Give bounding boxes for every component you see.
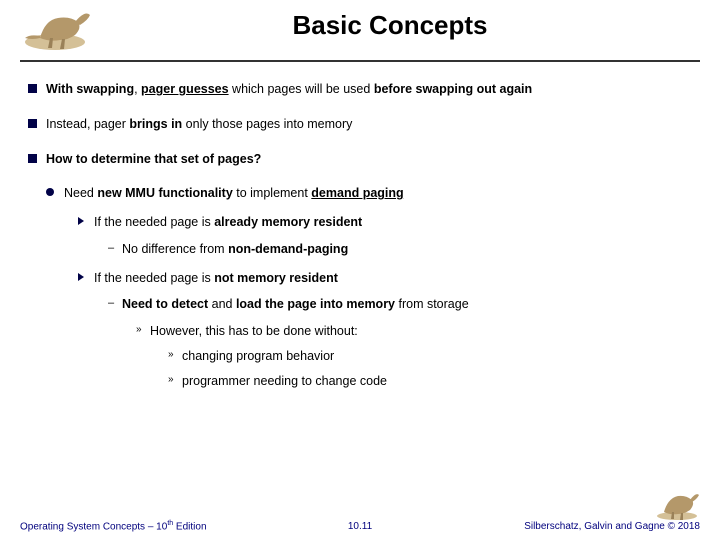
bullet-swapping: With swapping, pager guesses which pages… [28,80,700,99]
footer-book-title: Operating System Concepts – 10th Edition [20,520,207,532]
bullet-however: However, this has to be done without: [136,322,700,341]
footer-copyright: Silberschatz, Galvin and Gagne © 2018 [524,521,700,532]
dinosaur-bottom-icon [652,484,702,522]
bullet-determine: How to determine that set of pages? [28,150,700,169]
bullet-changing-behavior: changing program behavior [168,347,700,366]
bullet-instead: Instead, pager brings in only those page… [28,115,700,134]
dinosaur-top-icon [20,0,100,55]
bullet-already-resident: If the needed page is already memory res… [78,213,700,232]
bullet-mmu: Need new MMU functionality to implement … [46,184,700,203]
bullet-no-difference: No difference from non-demand-paging [108,240,700,259]
bullet-programmer: programmer needing to change code [168,372,700,391]
slide-header: Basic Concepts [20,0,700,62]
slide-content: With swapping, pager guesses which pages… [0,62,720,390]
slide-title: Basic Concepts [20,0,700,41]
slide-footer: Operating System Concepts – 10th Edition… [0,521,720,532]
bullet-not-resident: If the needed page is not memory residen… [78,269,700,288]
bullet-detect-load: Need to detect and load the page into me… [108,295,700,314]
